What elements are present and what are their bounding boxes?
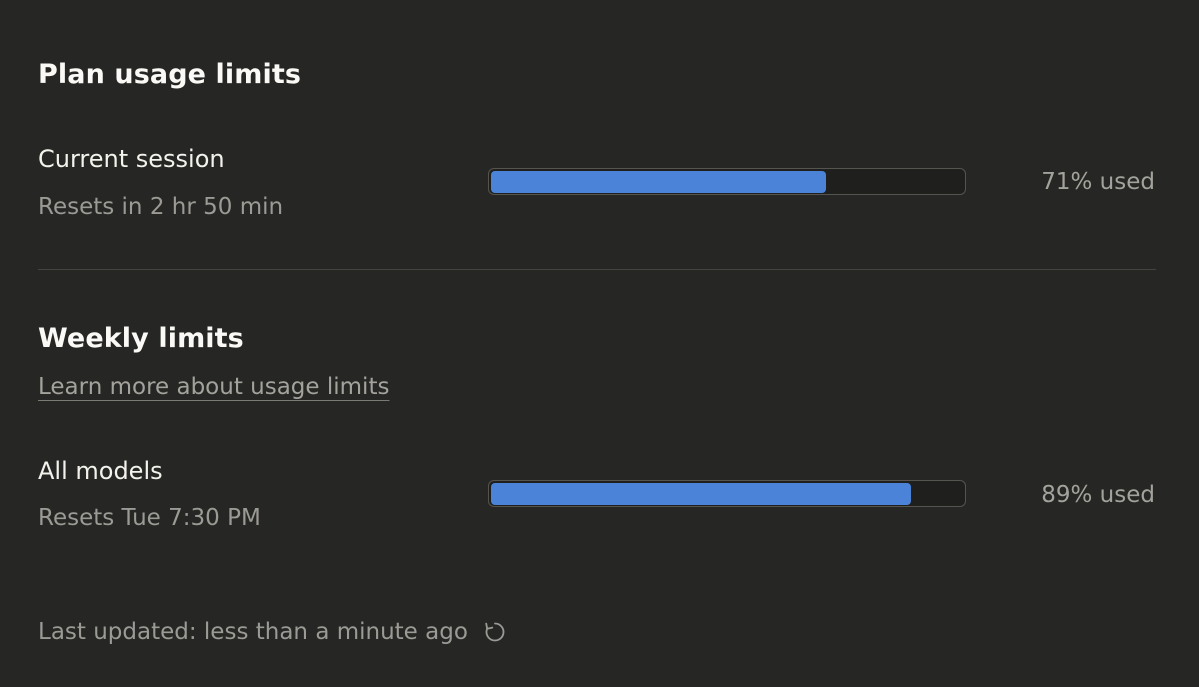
usage-limits-panel: Plan usage limits Current session Resets… [0, 0, 1199, 687]
plan-usage-title: Plan usage limits [38, 59, 302, 90]
last-updated-text: Last updated: less than a minute ago [38, 618, 468, 645]
current-session-progress-bar [488, 168, 966, 195]
current-session-percent-used: 71% used [1041, 169, 1155, 195]
current-session-progress-fill [490, 170, 827, 193]
footer: Last updated: less than a minute ago [38, 619, 508, 645]
section-divider [38, 269, 1156, 270]
all-models-label: All models [38, 457, 163, 485]
all-models-progress-fill [490, 482, 912, 505]
current-session-reset-text: Resets in 2 hr 50 min [38, 194, 284, 220]
refresh-icon[interactable] [482, 619, 508, 645]
all-models-reset-text: Resets Tue 7:30 PM [38, 505, 261, 531]
all-models-progress-bar [488, 480, 966, 507]
current-session-label: Current session [38, 145, 225, 173]
all-models-percent-used: 89% used [1041, 482, 1155, 508]
learn-more-link[interactable]: Learn more about usage limits [38, 376, 389, 399]
weekly-limits-title: Weekly limits [38, 323, 244, 354]
